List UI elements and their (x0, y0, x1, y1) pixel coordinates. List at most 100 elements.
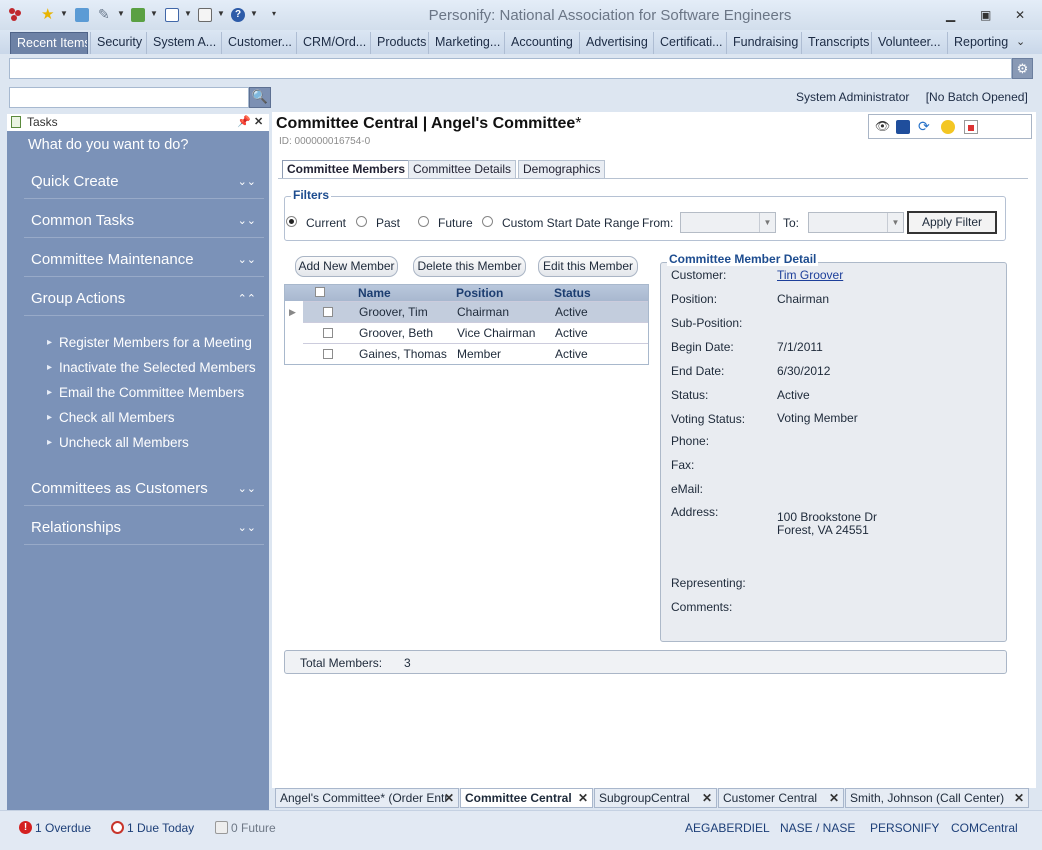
search-icon[interactable]: 🔍 (249, 87, 271, 108)
document-icon[interactable] (198, 8, 212, 22)
tab-recent-items[interactable]: Recent Items (10, 32, 88, 54)
task-register-members[interactable]: Register Members for a Meeting (47, 335, 252, 350)
window-tab[interactable]: Customer Central ✕ (718, 788, 844, 808)
expand-chevron-icon[interactable]: ⌄⌄ (238, 474, 256, 504)
help-icon[interactable]: ? (231, 8, 245, 22)
section-group-actions[interactable]: Group Actions ⌃⌃ (24, 284, 264, 316)
col-position[interactable]: Position (456, 286, 503, 300)
tab-committee-details[interactable]: Committee Details (408, 160, 517, 178)
task-uncheck-all[interactable]: Uncheck all Members (47, 435, 189, 450)
tab-volunteer[interactable]: Volunteer... (871, 32, 947, 54)
help-dropdown-icon[interactable]: ▼ (250, 9, 258, 18)
favorites-star-icon[interactable]: ★ (41, 5, 55, 23)
section-committees-as-customers[interactable]: Committees as Customers ⌄⌄ (24, 474, 264, 506)
table-row[interactable]: Groover, Beth Vice Chairman Active (303, 322, 648, 343)
home-icon[interactable] (75, 8, 89, 22)
tab-transcripts[interactable]: Transcripts (801, 32, 871, 54)
tab-reporting[interactable]: Reporting (947, 32, 1011, 54)
col-status[interactable]: Status (554, 286, 591, 300)
tab-marketing[interactable]: Marketing... (428, 32, 504, 54)
row-checkbox[interactable] (323, 349, 333, 359)
tab-fundraising[interactable]: Fundraising (726, 32, 801, 54)
add-member-button[interactable]: Add New Member (295, 256, 398, 277)
task-inactivate-members[interactable]: Inactivate the Selected Members (47, 360, 256, 375)
refresh-icon[interactable]: ⟳ (918, 118, 932, 134)
minimize-icon[interactable]: ▁ (946, 8, 955, 22)
lightbulb-icon[interactable] (941, 120, 955, 134)
close-tab-icon[interactable]: ✕ (578, 789, 588, 807)
close-panel-icon[interactable]: ✕ (254, 114, 263, 130)
from-date-select[interactable]: ▼ (680, 212, 776, 233)
close-tab-icon[interactable]: ✕ (1014, 789, 1024, 807)
tab-customer[interactable]: Customer... (221, 32, 295, 54)
tools-dropdown-icon[interactable]: ▼ (117, 9, 125, 18)
table-row[interactable]: Groover, Tim Chairman Active (303, 301, 648, 322)
pin-icon[interactable]: 📌 (237, 114, 251, 130)
dropdown-arrow-icon[interactable]: ▼ (759, 213, 775, 232)
command-bar-input[interactable] (9, 58, 1012, 79)
dropdown-arrow-icon[interactable]: ▼ (887, 213, 903, 232)
save-icon[interactable] (896, 120, 910, 134)
to-date-select[interactable]: ▼ (808, 212, 904, 233)
window-tab[interactable]: SubgroupCentral ✕ (594, 788, 717, 808)
tab-crm-order[interactable]: CRM/Ord... (296, 32, 369, 54)
customize-toolbar-icon[interactable]: ▾ (272, 9, 276, 18)
window-tab[interactable]: Committee Central ✕ (460, 788, 593, 808)
close-tab-icon[interactable]: ✕ (702, 789, 712, 807)
section-committee-maintenance[interactable]: Committee Maintenance ⌄⌄ (24, 245, 264, 277)
chart-dropdown-icon[interactable]: ▼ (150, 9, 158, 18)
search-input[interactable] (9, 87, 249, 108)
close-tab-icon[interactable]: ✕ (829, 789, 839, 807)
tab-accounting[interactable]: Accounting (504, 32, 578, 54)
tab-system-admin[interactable]: System A... (146, 32, 220, 54)
close-tab-icon[interactable]: ✕ (444, 789, 454, 807)
future-count[interactable]: 0 Future (231, 821, 276, 835)
report-icon[interactable] (964, 120, 978, 134)
section-common-tasks[interactable]: Common Tasks ⌄⌄ (24, 206, 264, 238)
customer-link[interactable]: Tim Groover (777, 268, 843, 282)
task-email-members[interactable]: Email the Committee Members (47, 385, 244, 400)
select-all-checkbox[interactable] (315, 287, 325, 297)
expand-chevron-icon[interactable]: ⌄⌄ (238, 513, 256, 543)
col-name[interactable]: Name (358, 286, 391, 300)
settings-gear-icon[interactable]: ⚙ (1012, 58, 1033, 79)
table-row[interactable]: Gaines, Thomas Member Active (303, 343, 648, 364)
tab-security[interactable]: Security (90, 32, 145, 54)
expand-chevron-icon[interactable]: ⌄⌄ (238, 167, 256, 197)
app-logo-icon[interactable] (8, 7, 22, 21)
favorites-dropdown-icon[interactable]: ▼ (60, 9, 68, 18)
radio-past[interactable] (356, 216, 367, 227)
checklist-dropdown-icon[interactable]: ▼ (184, 9, 192, 18)
window-tab[interactable]: Smith, Johnson (Call Center) ✕ (845, 788, 1029, 808)
row-checkbox[interactable] (323, 307, 333, 317)
radio-current[interactable] (286, 216, 297, 227)
tab-products[interactable]: Products (370, 32, 428, 54)
tab-certification[interactable]: Certificati... (653, 32, 726, 54)
apply-filter-button[interactable]: Apply Filter (907, 211, 997, 234)
tab-advertising[interactable]: Advertising (579, 32, 653, 54)
chart-icon[interactable] (131, 8, 145, 22)
more-tabs-chevron-icon[interactable]: ⌄ (1016, 35, 1025, 48)
edit-member-button[interactable]: Edit this Member (538, 256, 638, 277)
collapse-chevron-icon[interactable]: ⌃⌃ (238, 284, 256, 314)
expand-chevron-icon[interactable]: ⌄⌄ (238, 206, 256, 236)
window-tab[interactable]: Angel's Committee* (Order Entr ✕ (275, 788, 459, 808)
section-quick-create[interactable]: Quick Create ⌄⌄ (24, 167, 264, 199)
tab-demographics[interactable]: Demographics (518, 160, 606, 178)
delete-member-button[interactable]: Delete this Member (413, 256, 526, 277)
overdue-count[interactable]: 1 Overdue (35, 821, 91, 835)
maximize-icon[interactable]: ▣ (980, 8, 991, 22)
view-icon[interactable]: 👁 (875, 119, 890, 133)
row-checkbox[interactable] (323, 328, 333, 338)
close-icon[interactable]: ✕ (1015, 8, 1025, 22)
document-dropdown-icon[interactable]: ▼ (217, 9, 225, 18)
section-relationships[interactable]: Relationships ⌄⌄ (24, 513, 264, 545)
expand-chevron-icon[interactable]: ⌄⌄ (238, 245, 256, 275)
radio-future[interactable] (418, 216, 429, 227)
tab-committee-members[interactable]: Committee Members (282, 160, 411, 179)
due-today-count[interactable]: 1 Due Today (127, 821, 194, 835)
radio-custom-range[interactable] (482, 216, 493, 227)
batch-status[interactable]: [No Batch Opened] (926, 90, 1028, 104)
task-check-all[interactable]: Check all Members (47, 410, 175, 425)
tools-icon[interactable]: ✎ (98, 6, 112, 22)
